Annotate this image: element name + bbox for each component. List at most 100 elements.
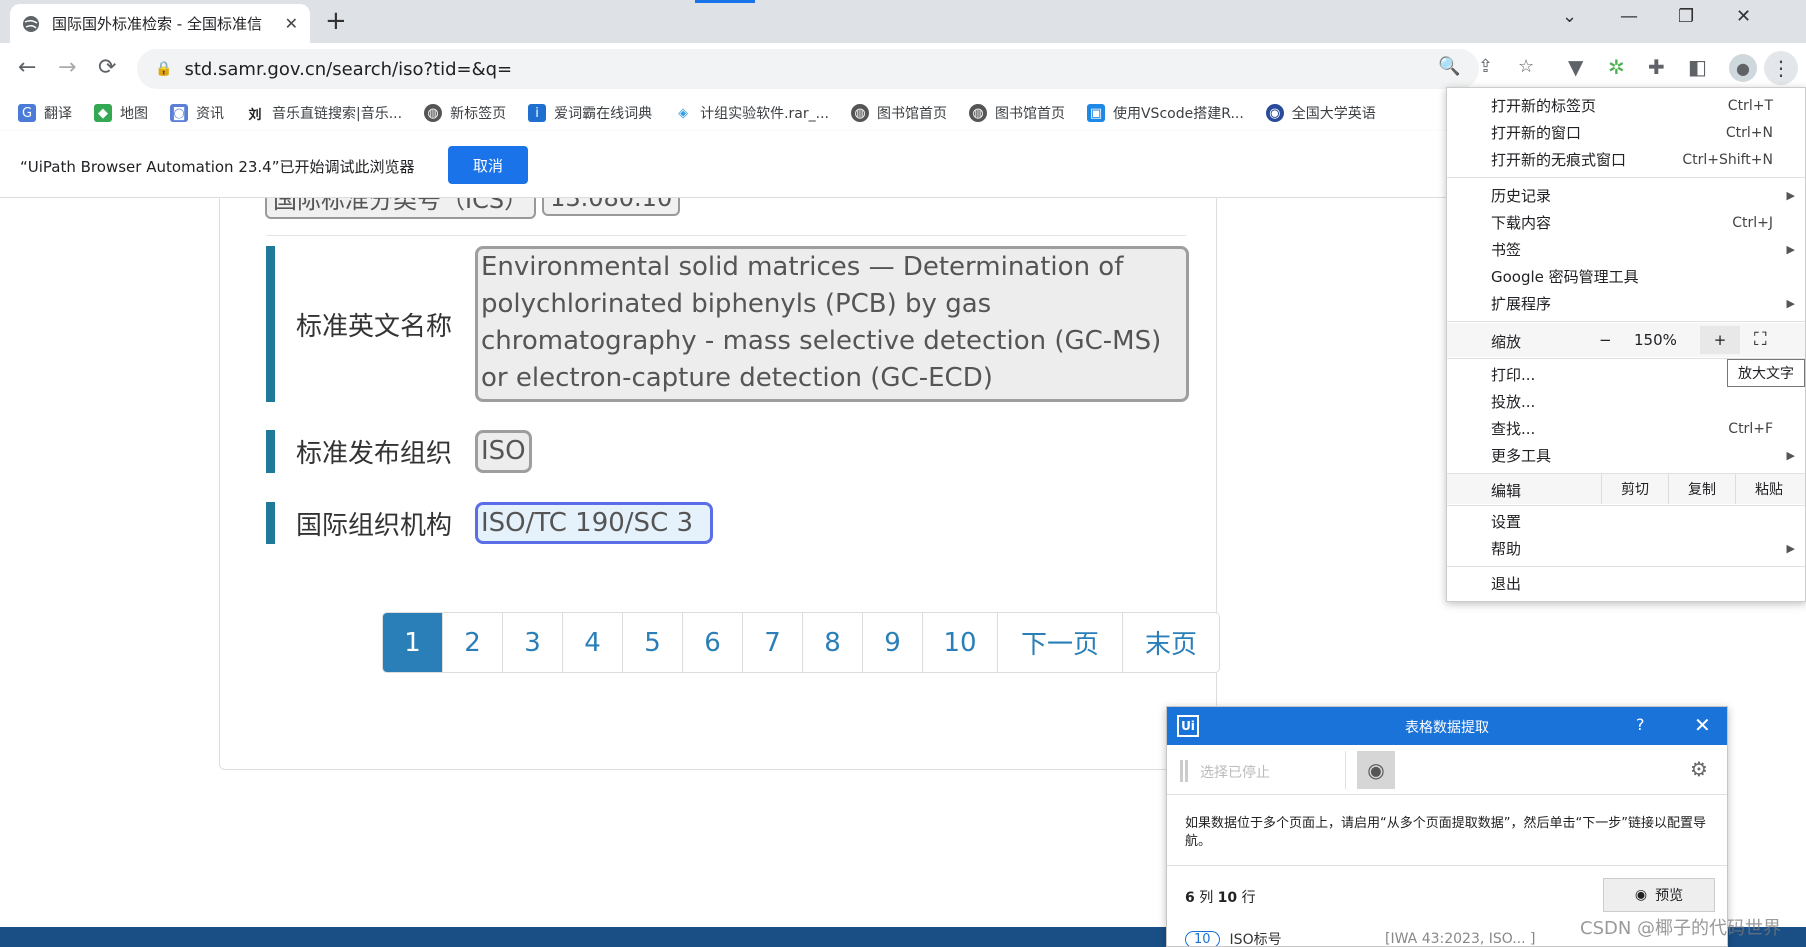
paste-button[interactable]: 粘贴 <box>1735 474 1802 504</box>
address-bar[interactable]: 🔒 std.samr.gov.cn/search/iso?tid=&q= <box>137 49 1479 89</box>
bookmark-item[interactable]: ◍ 图书馆首页 <box>850 103 947 123</box>
menu-passwords[interactable]: Google 密码管理工具 <box>1447 263 1805 290</box>
page-7-button[interactable]: 7 <box>743 613 803 672</box>
last-page-button[interactable]: 末页 <box>1123 613 1219 672</box>
tab-close-icon[interactable]: ✕ <box>285 14 298 33</box>
menu-zoom-row: 缩放 − 150% + ⛶ <box>1447 323 1805 357</box>
cancel-debug-button[interactable]: 取消 <box>448 146 528 184</box>
new-tab-button[interactable]: + <box>325 6 347 36</box>
bookmark-item[interactable]: i 爱词霸在线词典 <box>528 103 652 123</box>
help-icon[interactable]: ? <box>1636 715 1645 734</box>
menu-find[interactable]: 查找... Ctrl+F <box>1447 415 1805 442</box>
zoom-in-button[interactable]: + <box>1700 326 1740 354</box>
bookmark-item[interactable]: ▣ 使用VScode搭建R... <box>1086 103 1244 123</box>
bookmark-item[interactable]: ◙ 资讯 <box>170 103 224 123</box>
zoom-out-button[interactable]: − <box>1599 331 1612 349</box>
extension-v-icon[interactable]: ▼ <box>1568 55 1583 79</box>
page-2-button[interactable]: 2 <box>443 613 503 672</box>
page-4-button[interactable]: 4 <box>563 613 623 672</box>
browser-tab[interactable]: 国际国外标准检索 - 全国标准信 ✕ <box>10 4 310 43</box>
page-6-button[interactable]: 6 <box>683 613 743 672</box>
forward-button[interactable]: → <box>58 55 76 80</box>
page-10-button[interactable]: 10 <box>923 613 998 672</box>
back-button[interactable]: ← <box>18 55 36 80</box>
menu-new-window[interactable]: 打开新的窗口 Ctrl+N <box>1447 119 1805 146</box>
menu-separator <box>1447 566 1805 567</box>
column-unit: 列 <box>1194 890 1218 906</box>
lock-icon[interactable]: 🔒 <box>155 61 172 77</box>
edit-label: 编辑 <box>1491 482 1522 500</box>
menu-cast[interactable]: 投放... <box>1447 388 1805 415</box>
submenu-arrow-icon: ▶ <box>1786 297 1795 310</box>
bookmark-item[interactable]: ◉ 全国大学英语 <box>1265 103 1376 123</box>
field-org: 国际组织机构 ISO/TC 190/SC 3 <box>266 502 713 544</box>
page-9-button[interactable]: 9 <box>863 613 923 672</box>
field-value[interactable]: Environmental solid matrices — Determina… <box>475 246 1189 402</box>
menu-edit-row: 编辑 剪切 复制 粘贴 <box>1447 474 1805 504</box>
preview-label: 预览 <box>1655 888 1684 904</box>
profile-avatar[interactable]: ● <box>1729 54 1757 82</box>
field-label: 国际组织机构 <box>296 510 453 541</box>
menu-downloads[interactable]: 下载内容 Ctrl+J <box>1447 209 1805 236</box>
copy-button[interactable]: 复制 <box>1668 474 1735 504</box>
pause-icon[interactable] <box>1180 760 1188 782</box>
bookmark-label: 翻译 <box>44 106 72 122</box>
gear-icon[interactable]: ⚙ <box>1690 757 1708 781</box>
column-count: 6 <box>1185 890 1195 906</box>
menu-shortcut: Ctrl+J <box>1732 214 1773 231</box>
zoom-icon[interactable]: 🔍 <box>1438 56 1460 77</box>
close-window-button[interactable]: ✕ <box>1736 6 1751 27</box>
page-8-button[interactable]: 8 <box>803 613 863 672</box>
tab-search-icon[interactable]: ⌄ <box>1562 6 1577 27</box>
close-icon[interactable]: ✕ <box>1694 713 1711 737</box>
menu-help[interactable]: 帮助 ▶ <box>1447 535 1805 562</box>
reload-button[interactable]: ⟳ <box>98 55 116 80</box>
page-5-button[interactable]: 5 <box>623 613 683 672</box>
eye-icon[interactable]: ◉ <box>1357 751 1395 789</box>
fullscreen-icon[interactable]: ⛶ <box>1754 329 1767 350</box>
globe-icon: ◍ <box>424 104 443 122</box>
next-page-button[interactable]: 下一页 <box>998 613 1123 672</box>
menu-shortcut: Ctrl+Shift+N <box>1682 151 1773 168</box>
menu-history[interactable]: 历史记录 ▶ <box>1447 182 1805 209</box>
uipath-header: Ui 表格数据提取 ? ✕ <box>1167 707 1727 745</box>
menu-separator <box>1447 177 1805 178</box>
bookmark-item[interactable]: ◍ 新标签页 <box>424 103 506 123</box>
extensions-puzzle-icon[interactable]: ✚ <box>1648 55 1665 79</box>
chrome-menu-button[interactable]: ⋮ <box>1764 51 1798 85</box>
tab-indicator <box>695 0 755 3</box>
minimize-button[interactable]: — <box>1620 6 1638 27</box>
bookmark-item[interactable]: G 翻译 <box>18 103 72 123</box>
page-3-button[interactable]: 3 <box>503 613 563 672</box>
field-label: 标准英文名称 <box>296 311 453 342</box>
menu-settings[interactable]: 设置 <box>1447 508 1805 535</box>
field-value-selected[interactable]: ISO/TC 190/SC 3 <box>475 502 713 544</box>
maximize-button[interactable]: ❐ <box>1678 6 1694 27</box>
cloud-icon: ◈ <box>674 104 693 122</box>
selection-status: 选择已停止 <box>1200 765 1270 781</box>
field-value[interactable]: ISO <box>475 430 532 473</box>
menu-extensions[interactable]: 扩展程序 ▶ <box>1447 290 1805 317</box>
cut-button[interactable]: 剪切 <box>1601 474 1668 504</box>
bookmark-star-icon[interactable]: ☆ <box>1518 56 1534 77</box>
menu-new-tab[interactable]: 打开新的标签页 Ctrl+T <box>1447 92 1805 119</box>
menu-bookmarks[interactable]: 书签 ▶ <box>1447 236 1805 263</box>
bookmark-item[interactable]: ◍ 图书馆首页 <box>968 103 1065 123</box>
menu-more-tools[interactable]: 更多工具 ▶ <box>1447 442 1805 469</box>
column-row[interactable]: 10 ISO标号 [IWA 43:2023, ISO... ] <box>1185 929 1536 946</box>
submenu-arrow-icon: ▶ <box>1786 542 1795 555</box>
bookmark-item[interactable]: ◆ 地图 <box>94 103 148 123</box>
side-panel-icon[interactable]: ◧ <box>1688 55 1707 79</box>
bookmark-label: 图书馆首页 <box>994 106 1065 122</box>
uipath-extraction-panel: Ui 表格数据提取 ? ✕ 选择已停止 ◉ ⚙ 如果数据位于多个页面上，请启用“… <box>1166 706 1728 947</box>
preview-button[interactable]: ◉ 预览 <box>1603 878 1715 912</box>
eye-icon: ◉ <box>1634 887 1648 903</box>
page-1-button[interactable]: 1 <box>383 613 443 672</box>
share-icon[interactable]: ⇪ <box>1478 56 1493 77</box>
menu-exit[interactable]: 退出 <box>1447 570 1805 597</box>
menu-incognito[interactable]: 打开新的无痕式窗口 Ctrl+Shift+N <box>1447 146 1805 173</box>
dictionary-icon: i <box>528 104 547 122</box>
bookmark-item[interactable]: 刘音乐直链搜索|音乐... <box>246 103 402 123</box>
extension-bug-icon[interactable]: ✲ <box>1608 55 1625 79</box>
bookmark-item[interactable]: ◈ 计组实验软件.rar_... <box>674 103 829 123</box>
